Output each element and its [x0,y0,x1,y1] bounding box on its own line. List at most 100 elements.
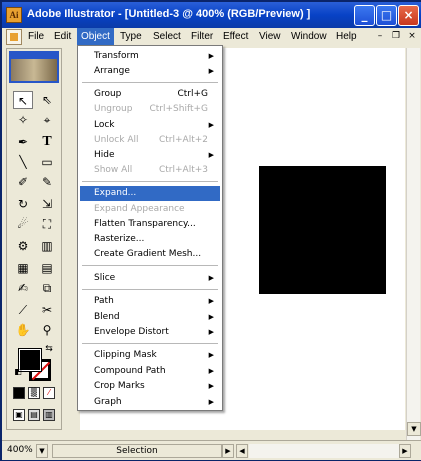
menu-select[interactable]: Select [149,28,185,46]
document-icon[interactable] [6,29,22,45]
menu-separator [82,82,218,83]
menu-item-rasterize[interactable]: Rasterize... [80,232,220,247]
full-screen-menu-mode-icon[interactable]: ▤ [28,409,40,421]
selection-tool-icon[interactable]: ↖ [13,91,33,109]
menu-edit[interactable]: Edit [50,28,75,46]
gradient-tool-icon[interactable]: ▤ [37,259,57,277]
status-info-field[interactable]: Selection [52,444,222,458]
zoom-level-field[interactable]: 400% [7,444,35,458]
paintbrush-tool-icon[interactable]: ✐ [13,173,33,191]
menu-item-ungroup[interactable]: Ungroup Ctrl+Shift+G [80,102,220,117]
free-transform-tool-icon[interactable]: ⛶ [37,215,57,233]
submenu-arrow-icon: ▶ [208,367,214,375]
mdi-minimize-button[interactable]: – [374,31,386,43]
submenu-arrow-icon: ▶ [208,297,214,305]
slice-tool-icon[interactable]: ⟋ [13,301,33,319]
mdi-restore-button[interactable]: ❐ [390,31,402,43]
line-segment-tool-icon[interactable]: ╲ [13,153,33,171]
menu-window[interactable]: Window [287,28,331,46]
menu-item-label: Hide [94,150,115,160]
pen-tool-icon[interactable]: ✒ [13,133,33,151]
scroll-right-arrow-icon[interactable]: ▶ [399,444,411,458]
rotate-tool-icon[interactable]: ↻ [13,195,33,213]
color-mode-icon[interactable] [13,387,25,399]
menu-effect[interactable]: Effect [219,28,252,46]
type-tool-icon[interactable]: T [37,133,57,151]
menu-separator [82,265,218,266]
menu-item-lock[interactable]: Lock ▶ [80,118,220,133]
black-square-artwork[interactable] [259,166,386,294]
blend-tool-icon[interactable]: ⧉ [37,279,57,297]
menu-item-slice[interactable]: Slice ▶ [80,271,220,286]
menu-item-label: Expand Appearance [94,204,185,214]
default-fill-stroke-icon[interactable]: ◧ [13,367,23,377]
menu-item-transform[interactable]: Transform ▶ [80,49,220,64]
title-bar[interactable]: Ai Adobe Illustrator - [Untitled-3 @ 400… [2,2,421,28]
menu-item-unlock-all[interactable]: Unlock All Ctrl+Alt+2 [80,133,220,148]
menu-item-blend[interactable]: Blend ▶ [80,310,220,325]
menu-view[interactable]: View [255,28,285,46]
menu-item-expand[interactable]: Expand... [80,186,220,201]
menu-item-create-gradient-mesh[interactable]: Create Gradient Mesh... [80,247,220,262]
menu-item-compound-path[interactable]: Compound Path ▶ [80,364,220,379]
submenu-arrow-icon: ▶ [208,67,214,75]
status-menu-arrow-icon[interactable]: ▶ [222,444,234,458]
submenu-arrow-icon: ▶ [208,328,214,336]
menu-item-crop-marks[interactable]: Crop Marks ▶ [80,379,220,394]
column-graph-tool-icon[interactable]: ▥ [37,237,57,255]
object-menu-dropdown: Transform ▶ Arrange ▶ Group Ctrl+G Ungroup C… [77,45,223,411]
hand-tool-icon[interactable]: ✋ [13,321,33,339]
mesh-tool-icon[interactable]: ▦ [13,259,33,277]
maximize-button[interactable]: □ [376,5,397,26]
menu-file[interactable]: File [24,28,48,46]
menu-item-shortcut: Ctrl+G [177,89,208,99]
menu-item-arrange[interactable]: Arrange ▶ [80,64,220,79]
zoom-dropdown-arrow-icon[interactable]: ▼ [36,444,48,458]
vertical-scrollbar[interactable]: ▼ [406,48,421,440]
magic-wand-tool-icon[interactable]: ✧ [13,111,33,129]
mdi-close-button[interactable]: × [406,31,418,43]
scissors-tool-icon[interactable]: ✂ [37,301,57,319]
illustrator-app-icon[interactable]: Ai [6,7,22,23]
menu-filter[interactable]: Filter [187,28,217,46]
menu-item-flatten-transparency[interactable]: Flatten Transparency... [80,217,220,232]
scale-tool-icon[interactable]: ⇲ [37,195,57,213]
menu-item-graph[interactable]: Graph ▶ [80,395,220,410]
menu-item-hide[interactable]: Hide ▶ [80,148,220,163]
menu-type[interactable]: Type [116,28,146,46]
scroll-down-arrow-icon[interactable]: ▼ [407,422,421,436]
rectangle-tool-icon[interactable]: ▭ [37,153,57,171]
menu-item-envelope-distort[interactable]: Envelope Distort ▶ [80,325,220,340]
toolbox-splash-thumbnail[interactable] [9,51,59,83]
minimize-button[interactable]: _ [354,5,375,26]
submenu-arrow-icon: ▶ [208,151,214,159]
menu-object[interactable]: Object [77,28,114,46]
lasso-tool-icon[interactable]: ⌖ [37,111,57,129]
close-button[interactable]: × [398,5,419,26]
menu-item-expand-appearance[interactable]: Expand Appearance [80,202,220,217]
warp-tool-icon[interactable]: ☄ [13,215,33,233]
menu-item-label: Path [94,296,114,306]
submenu-arrow-icon: ▶ [208,274,214,282]
menu-item-group[interactable]: Group Ctrl+G [80,87,220,102]
swap-fill-stroke-icon[interactable]: ⇆ [43,343,55,355]
full-screen-mode-icon[interactable]: ▥ [43,409,55,421]
standard-screen-mode-icon[interactable]: ▣ [13,409,25,421]
gradient-mode-icon[interactable]: ▒ [28,387,40,399]
symbol-sprayer-tool-icon[interactable]: ⚙ [13,237,33,255]
menu-separator [82,181,218,182]
pencil-tool-icon[interactable]: ✎ [37,173,57,191]
menu-help[interactable]: Help [332,28,361,46]
direct-selection-tool-icon[interactable]: ⇖ [37,91,57,109]
submenu-arrow-icon: ▶ [208,121,214,129]
menu-item-path[interactable]: Path ▶ [80,294,220,309]
horizontal-scrollbar[interactable] [249,444,399,458]
menu-item-label: Transform [94,51,139,61]
zoom-tool-icon[interactable]: ⚲ [37,321,57,339]
menu-item-clipping-mask[interactable]: Clipping Mask ▶ [80,348,220,363]
eyedropper-tool-icon[interactable]: ✍ [13,279,33,297]
none-mode-icon[interactable]: ⁄ [43,387,55,399]
menu-item-show-all[interactable]: Show All Ctrl+Alt+3 [80,163,220,178]
application-window: Ai Adobe Illustrator - [Untitled-3 @ 400… [0,0,421,461]
scroll-left-arrow-icon[interactable]: ◀ [236,444,248,458]
